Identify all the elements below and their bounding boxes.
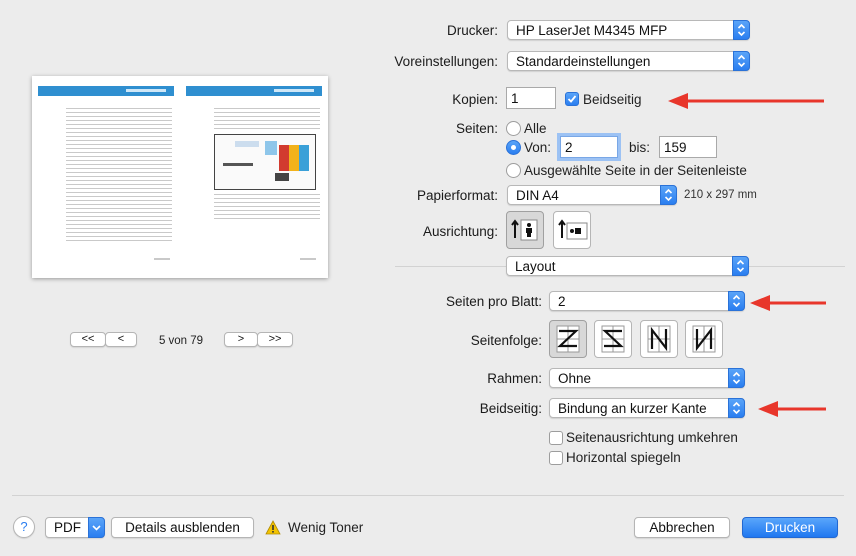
border-label: Rahmen: (487, 371, 542, 386)
presets-popup[interactable]: Standardeinstellungen (507, 51, 750, 71)
annotation-arrow-1 (668, 93, 824, 109)
chevron-updown-icon (728, 398, 745, 418)
pages-to-input[interactable]: 159 (659, 136, 717, 158)
page-order-label: Seitenfolge: (470, 333, 542, 348)
page-indicator: 5 von 79 (158, 335, 204, 347)
pages-all-radio[interactable] (506, 121, 521, 136)
copies-input[interactable]: 1 (506, 87, 556, 109)
reverse-z-icon (601, 325, 625, 353)
landscape-icon (558, 219, 588, 240)
pdf-label: PDF (54, 520, 81, 535)
chevron-updown-icon (733, 51, 750, 71)
last-page-button[interactable]: >> (257, 332, 293, 347)
printer-label: Drucker: (446, 23, 498, 38)
preview-page-right (184, 80, 324, 274)
chevron-updown-icon (733, 20, 750, 40)
preview-page-left (36, 80, 176, 274)
printer-popup[interactable]: HP LaserJet M4345 MFP (507, 20, 750, 40)
pages-per-sheet-value: 2 (558, 294, 566, 309)
page-order-reverse-n-button[interactable] (685, 320, 723, 358)
help-button[interactable]: ? (13, 516, 35, 538)
orientation-landscape-button[interactable] (553, 211, 591, 249)
pages-from-label[interactable]: Von: (524, 140, 551, 155)
pages-to-label: bis: (629, 140, 651, 155)
pdf-menu-button[interactable]: PDF (45, 517, 105, 538)
pages-selected-radio[interactable] (506, 163, 521, 178)
reverse-orientation-label[interactable]: Seitenausrichtung umkehren (566, 430, 738, 445)
print-button[interactable]: Drucken (742, 517, 838, 538)
duplex-popup[interactable]: Bindung an kurzer Kante (549, 398, 745, 418)
previous-page-button[interactable]: < (105, 332, 137, 347)
warning-icon (265, 520, 281, 535)
page-order-reverse-z-button[interactable] (594, 320, 632, 358)
pages-selected-label[interactable]: Ausgewählte Seite in der Seitenleiste (524, 163, 747, 178)
cancel-button[interactable]: Abbrechen (634, 517, 730, 538)
chevron-updown-icon (660, 185, 677, 205)
pages-from-input[interactable]: 2 (560, 136, 618, 158)
next-page-button[interactable]: > (224, 332, 258, 347)
chevron-down-icon (88, 517, 105, 538)
chevron-updown-icon (728, 291, 745, 311)
reverse-orientation-checkbox[interactable] (549, 431, 563, 445)
presets-label: Voreinstellungen: (394, 54, 498, 69)
annotation-arrow-3 (758, 401, 826, 417)
chevron-updown-icon (732, 256, 749, 276)
paper-size-value: DIN A4 (516, 188, 559, 203)
z-icon (556, 325, 580, 353)
section-popup[interactable]: Layout (506, 256, 749, 276)
pages-per-sheet-popup[interactable]: 2 (549, 291, 745, 311)
portrait-icon (511, 219, 538, 241)
pages-from-radio[interactable] (506, 140, 521, 155)
section-value: Layout (515, 259, 556, 274)
reverse-n-icon (692, 325, 716, 353)
border-popup[interactable]: Ohne (549, 368, 745, 388)
first-page-button[interactable]: << (70, 332, 106, 347)
annotation-arrow-2 (750, 295, 826, 311)
duplex-checkbox-label[interactable]: Beidseitig (583, 92, 642, 107)
flip-horizontal-label[interactable]: Horizontal spiegeln (566, 450, 681, 465)
toner-warning-text: Wenig Toner (288, 520, 364, 535)
printer-value: HP LaserJet M4345 MFP (516, 23, 668, 38)
page-order-n-button[interactable] (640, 320, 678, 358)
paper-size-label: Papierformat: (416, 188, 498, 203)
hide-details-button[interactable]: Details ausblenden (111, 517, 254, 538)
pages-per-sheet-label: Seiten pro Blatt: (445, 294, 542, 309)
paper-size-popup[interactable]: DIN A4 (507, 185, 677, 205)
chevron-updown-icon (728, 368, 745, 388)
footer-divider (12, 495, 844, 496)
duplex-label: Beidseitig: (479, 401, 542, 416)
paper-dimensions: 210 x 297 mm (684, 189, 757, 201)
pages-all-label[interactable]: Alle (524, 121, 547, 136)
orientation-label: Ausrichtung: (422, 224, 498, 239)
duplex-checkbox[interactable] (565, 92, 579, 106)
n-icon (647, 325, 671, 353)
duplex-value: Bindung an kurzer Kante (558, 401, 707, 416)
orientation-portrait-button[interactable] (506, 211, 544, 249)
border-value: Ohne (558, 371, 592, 386)
pages-label: Seiten: (455, 121, 498, 136)
flip-horizontal-checkbox[interactable] (549, 451, 563, 465)
preview-diagram (214, 134, 316, 190)
page-order-z-button[interactable] (549, 320, 587, 358)
print-preview (32, 76, 328, 278)
presets-value: Standardeinstellungen (516, 54, 651, 69)
copies-label: Kopien: (452, 92, 498, 107)
